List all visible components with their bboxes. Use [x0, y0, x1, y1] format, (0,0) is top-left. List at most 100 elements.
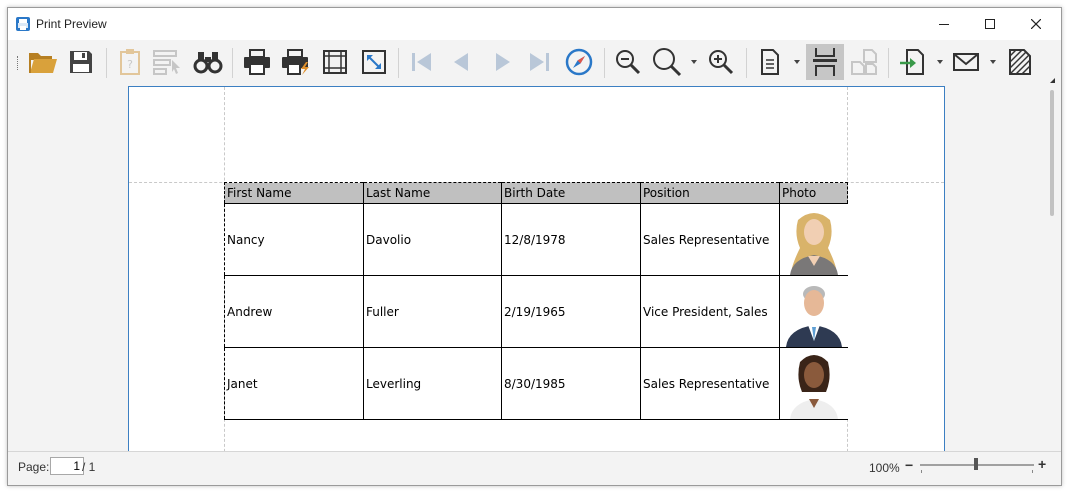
next-page-icon: [496, 53, 510, 71]
cell-first-name: Janet: [224, 347, 364, 420]
facing-pages-icon: [851, 49, 877, 75]
toolbar-grip[interactable]: [17, 56, 20, 70]
compass-icon: [565, 48, 593, 76]
cell-position: Sales Representative: [640, 203, 780, 276]
export-dropdown-arrow[interactable]: [937, 60, 943, 64]
employee-photo: [780, 204, 848, 275]
cell-photo: [779, 275, 848, 348]
toolbar-separator: [746, 48, 747, 78]
toolbar-separator: [232, 48, 233, 78]
save-button[interactable]: [65, 46, 97, 78]
close-icon: [1031, 19, 1041, 29]
previous-page-button[interactable]: [445, 46, 477, 78]
zoom-out-button[interactable]: [612, 46, 644, 78]
first-page-button[interactable]: [406, 46, 438, 78]
toolbar-options-arrow[interactable]: [1050, 78, 1055, 83]
cell-position: Sales Representative: [640, 347, 780, 420]
page-label: Page:: [18, 460, 50, 474]
watermark-button[interactable]: [1004, 46, 1036, 78]
continuous-pages-icon: [813, 48, 837, 76]
zoom-button[interactable]: [651, 46, 683, 78]
close-button[interactable]: [1013, 8, 1059, 40]
continuous-layout-button[interactable]: [806, 44, 844, 80]
zoom-slider-thumb[interactable]: [974, 458, 978, 470]
zoom-level: 100%: [869, 461, 900, 475]
cell-first-name: Nancy: [224, 203, 364, 276]
cell-birth-date: 2/19/1965: [501, 275, 641, 348]
next-page-button[interactable]: [487, 46, 519, 78]
employee-photo: [780, 348, 848, 419]
page-layout-dropdown-arrow[interactable]: [794, 60, 800, 64]
parameters-button[interactable]: ?: [114, 46, 146, 78]
svg-text:?: ?: [127, 58, 133, 71]
print-button[interactable]: [241, 46, 273, 78]
zoom-in-button[interactable]: [705, 46, 737, 78]
binoculars-icon: [193, 52, 223, 74]
page-number-input[interactable]: [50, 457, 84, 475]
scale-expand-icon: [362, 50, 386, 74]
vertical-scrollbar[interactable]: [1045, 86, 1060, 451]
single-page-icon: [761, 49, 779, 75]
send-email-dropdown-arrow[interactable]: [990, 60, 996, 64]
zoom-minus-button[interactable]: −: [905, 457, 913, 473]
search-button[interactable]: [192, 46, 224, 78]
cell-photo: [779, 203, 848, 276]
report-table: First Name Last Name Birth Date Position…: [224, 182, 848, 420]
zoom-slider-tick: [1032, 470, 1033, 473]
zoom-dropdown-arrow[interactable]: [691, 60, 697, 64]
title-bar: Print Preview: [8, 8, 1061, 40]
page-total: / 1: [82, 460, 96, 474]
column-header-last-name: Last Name: [363, 182, 502, 204]
scale-button[interactable]: [358, 46, 390, 78]
column-header-birth-date: Birth Date: [501, 182, 641, 204]
document-viewport[interactable]: First Name Last Name Birth Date Position…: [9, 86, 1045, 451]
toolbar-separator: [604, 48, 605, 78]
page-layout-button[interactable]: [754, 46, 786, 78]
open-button[interactable]: [27, 46, 59, 78]
editing-fields-button[interactable]: [153, 46, 185, 78]
print-preview-window: Print Preview ? First Name Last Name Bir…: [7, 7, 1062, 486]
facing-pages-button[interactable]: [848, 46, 880, 78]
status-bar: Page: / 1 100% − +: [8, 451, 1061, 485]
minimize-button[interactable]: [921, 8, 967, 40]
clipboard-question-icon: ?: [120, 49, 140, 75]
quick-print-icon: [282, 49, 309, 75]
send-email-button[interactable]: [950, 46, 982, 78]
cell-birth-date: 12/8/1978: [501, 203, 641, 276]
print-preview-app-icon: [16, 17, 30, 31]
toolbar-separator: [398, 48, 399, 78]
export-button[interactable]: [896, 46, 928, 78]
envelope-icon: [953, 53, 979, 71]
export-document-icon: [900, 49, 924, 75]
first-page-icon: [412, 53, 431, 71]
cell-birth-date: 8/30/1985: [501, 347, 641, 420]
report-page: First Name Last Name Birth Date Position…: [128, 86, 945, 451]
quick-print-button[interactable]: [280, 46, 312, 78]
table-row: Andrew Fuller 2/19/1965 Vice President, …: [224, 275, 848, 348]
zoom-plus-button[interactable]: +: [1038, 456, 1046, 472]
table-row: Nancy Davolio 12/8/1978 Sales Representa…: [224, 203, 848, 276]
cell-first-name: Andrew: [224, 275, 364, 348]
select-fields-icon: [153, 50, 180, 75]
navigation-button[interactable]: [563, 46, 595, 78]
vertical-scrollbar-thumb[interactable]: [1050, 90, 1054, 216]
table-header-row: First Name Last Name Birth Date Position…: [224, 182, 848, 204]
zoom-icon: [653, 48, 682, 77]
table-row: Janet Leverling 8/30/1985 Sales Represen…: [224, 347, 848, 420]
printer-icon: [244, 49, 270, 75]
minimize-icon: [939, 24, 949, 25]
toolbar-separator: [888, 48, 889, 78]
cell-position: Vice President, Sales: [640, 275, 780, 348]
maximize-icon: [985, 19, 995, 29]
last-page-button[interactable]: [523, 46, 555, 78]
zoom-in-icon: [709, 50, 734, 75]
column-header-photo: Photo: [779, 182, 848, 204]
previous-page-icon: [454, 53, 468, 71]
open-folder-icon: [29, 53, 57, 73]
page-setup-button[interactable]: [319, 46, 351, 78]
zoom-slider-tick: [921, 470, 922, 473]
maximize-button[interactable]: [967, 8, 1013, 40]
watermark-icon: [1009, 49, 1031, 75]
cell-last-name: Davolio: [363, 203, 502, 276]
employee-photo: [780, 276, 848, 347]
